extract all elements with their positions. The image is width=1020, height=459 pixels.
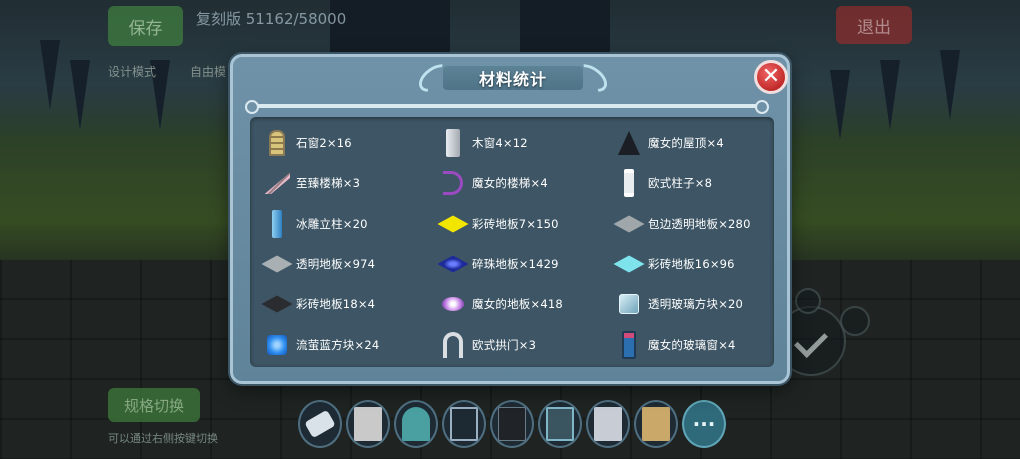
flip-button[interactable]	[795, 288, 821, 314]
design-mode-tab[interactable]: 设计模式	[108, 63, 156, 80]
level-title: 复刻版 51162/58000	[196, 10, 347, 28]
eraser-icon[interactable]	[298, 400, 342, 448]
stairs-icon	[264, 168, 290, 198]
material-item: 魔女的地板×418	[440, 284, 616, 324]
material-stats-dialog: 材料统计 ✕ 石窗2×16 木窗4×12 魔女的屋顶×4 至臻楼梯×3 魔女的楼…	[230, 54, 790, 384]
material-item: 彩砖地板18×4	[261, 284, 440, 324]
stone-block-icon[interactable]	[346, 400, 390, 448]
witch-stairs-icon	[440, 168, 466, 198]
free-mode-tab[interactable]: 自由模	[190, 63, 226, 80]
wood-window-icon	[440, 128, 466, 158]
material-item: 至臻楼梯×3	[264, 163, 440, 203]
materials-grid: 石窗2×16 木窗4×12 魔女的屋顶×4 至臻楼梯×3 魔女的楼梯×4 欧式柱…	[261, 123, 786, 365]
save-button[interactable]: 保存	[108, 6, 183, 46]
rotate-button[interactable]	[840, 306, 870, 336]
material-item: 包边透明地板×280	[613, 204, 786, 244]
witch-roof-icon	[616, 128, 642, 158]
glass-cube-icon	[616, 289, 642, 319]
euro-pillar-icon	[616, 168, 642, 198]
title-divider	[245, 100, 769, 114]
dark-block-icon[interactable]	[490, 400, 534, 448]
materials-panel: 石窗2×16 木窗4×12 魔女的屋顶×4 至臻楼梯×3 魔女的楼梯×4 欧式柱…	[250, 117, 774, 367]
block-hotbar: ···	[298, 400, 726, 452]
material-item: 木窗4×12	[440, 123, 616, 163]
material-item: 碎珠地板×1429	[437, 244, 616, 284]
dialog-title: 材料统计	[478, 70, 547, 89]
switch-hint: 可以通过右侧按键切换	[108, 432, 218, 445]
ice-pillar-icon	[264, 209, 290, 239]
euro-arch-icon	[440, 330, 466, 360]
more-button[interactable]: ···	[682, 400, 726, 448]
material-item: 透明玻璃方块×20	[616, 284, 786, 324]
material-item: 魔女的玻璃窗×4	[616, 324, 786, 364]
switch-spec-button[interactable]: 规格切换	[108, 388, 200, 422]
stone-window-icon	[264, 128, 290, 158]
glass-panel-icon[interactable]	[538, 400, 582, 448]
material-item: 石窗2×16	[264, 123, 440, 163]
material-item: 流萤蓝方块×24	[264, 324, 440, 364]
material-item: 彩砖地板16×96	[613, 244, 786, 284]
material-item: 欧式柱子×8	[616, 163, 786, 203]
door-icon[interactable]	[586, 400, 630, 448]
yellow-tile-icon	[437, 209, 469, 239]
tent-icon[interactable]	[394, 400, 438, 448]
black-tile-icon	[261, 289, 293, 319]
close-icon[interactable]: ✕	[754, 60, 788, 94]
cyan-tile-icon	[613, 249, 645, 279]
gate-icon[interactable]	[442, 400, 486, 448]
material-item: 魔女的楼梯×4	[440, 163, 616, 203]
material-item: 魔女的屋顶×4	[616, 123, 786, 163]
dialog-title-plate: 材料统计	[413, 58, 613, 98]
witch-floor-icon	[440, 289, 466, 319]
edged-glass-floor-icon	[613, 209, 645, 239]
witch-glass-window-icon	[616, 330, 642, 360]
material-item: 透明地板×974	[261, 244, 440, 284]
glass-floor-icon	[261, 249, 293, 279]
material-item: 冰雕立柱×20	[264, 204, 440, 244]
wood-block-icon[interactable]	[634, 400, 678, 448]
material-item: 欧式拱门×3	[440, 324, 616, 364]
exit-button[interactable]: 退出	[836, 6, 912, 44]
material-item: 彩砖地板7×150	[437, 204, 616, 244]
firefly-blue-cube-icon	[264, 330, 290, 360]
bead-floor-icon	[437, 249, 469, 279]
